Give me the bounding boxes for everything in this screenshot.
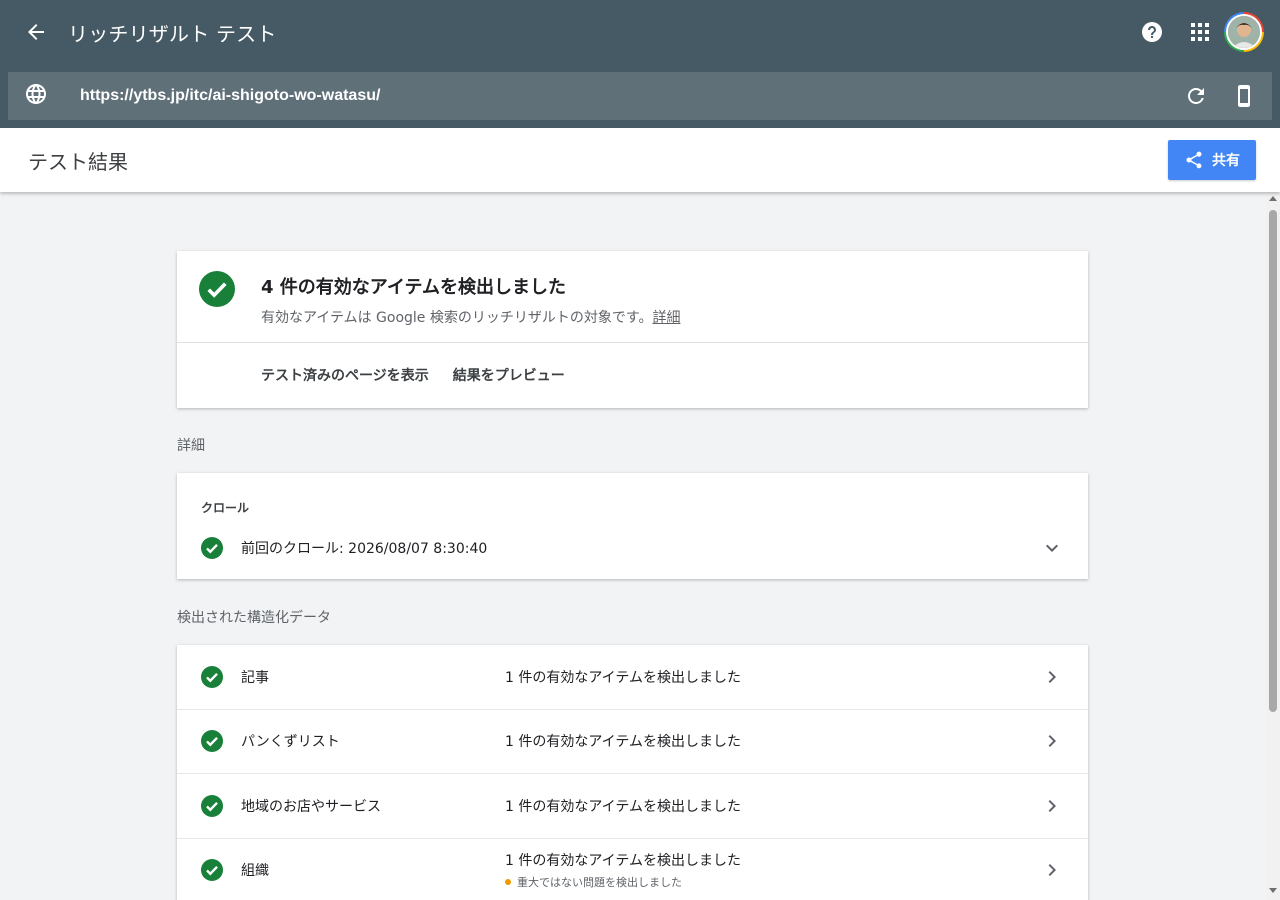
mobile-device-icon[interactable] — [1224, 76, 1264, 116]
check-circle-icon — [201, 537, 223, 559]
chevron-right-icon[interactable] — [1040, 729, 1064, 753]
url-bar: https://ytbs.jp/itc/ai-shigoto-wo-watasu… — [8, 72, 1272, 120]
details-section-label: 詳細 — [177, 438, 205, 454]
share-label: 共有 — [1212, 153, 1240, 169]
check-circle-icon — [201, 859, 223, 882]
chevron-right-icon[interactable] — [1040, 665, 1064, 689]
share-icon — [1186, 151, 1202, 169]
item-status: 1 件の有効なアイテムを検出しました — [505, 798, 741, 815]
help-icon[interactable] — [1132, 12, 1172, 52]
list-item-organization[interactable]: 組織 1 件の有効なアイテムを検出しました 重大ではない問題を検出しました — [177, 839, 1088, 900]
summary-card: 4 件の有効なアイテムを検出しました 有効なアイテムは Google 検索のリッ… — [177, 251, 1088, 408]
scroll-down-arrow-icon[interactable] — [1269, 888, 1277, 893]
apps-grid-icon[interactable] — [1180, 12, 1220, 52]
item-name: 地域のお店やサービス — [241, 798, 381, 815]
chevron-right-icon[interactable] — [1040, 858, 1064, 882]
non-critical-warning: 重大ではない問題を検出しました — [505, 874, 741, 890]
crawl-label: クロール — [201, 501, 250, 515]
app-title: リッチリザルト テスト — [68, 21, 277, 46]
structured-data-section-label: 検出された構造化データ — [177, 610, 331, 626]
list-item-article[interactable]: 記事 1 件の有効なアイテムを検出しました — [177, 645, 1088, 710]
crawl-row[interactable]: 前回のクロール: 2026/08/07 8:30:40 — [201, 536, 1064, 560]
detail-link[interactable]: 詳細 — [652, 310, 680, 326]
url-text[interactable]: https://ytbs.jp/itc/ai-shigoto-wo-watasu… — [80, 87, 380, 105]
item-name: 組織 — [241, 863, 269, 880]
share-button[interactable]: 共有 — [1168, 140, 1256, 180]
item-status: 1 件の有効なアイテムを検出しました — [505, 734, 741, 751]
check-circle-icon — [201, 730, 223, 753]
summary-subtitle: 有効なアイテムは Google 検索のリッチリザルトの対象です。詳細 — [261, 310, 681, 326]
last-crawl-text: 前回のクロール: 2026/08/07 8:30:40 — [241, 541, 488, 557]
globe-icon — [24, 82, 48, 110]
list-item-local-business[interactable]: 地域のお店やサービス 1 件の有効なアイテムを検出しました — [177, 774, 1088, 839]
results-header: テスト結果 共有 — [0, 128, 1280, 192]
refresh-icon[interactable] — [1176, 76, 1216, 116]
warning-dot-icon — [505, 879, 511, 886]
crawl-card: クロール 前回のクロール: 2026/08/07 8:30:40 — [177, 473, 1088, 579]
view-tested-page-button[interactable]: テスト済みのページを表示 — [261, 365, 429, 385]
list-item-breadcrumb[interactable]: パンくずリスト 1 件の有効なアイテムを検出しました — [177, 710, 1088, 774]
structured-data-list: 記事 1 件の有効なアイテムを検出しました パンくずリスト 1 件の有効なアイテ… — [177, 645, 1088, 900]
chevron-down-icon[interactable] — [1040, 536, 1064, 560]
scrollbar[interactable] — [1266, 192, 1280, 900]
chevron-right-icon[interactable] — [1040, 794, 1064, 818]
item-name: 記事 — [241, 669, 269, 686]
summary-title: 4 件の有効なアイテムを検出しました — [261, 277, 566, 298]
check-circle-icon — [199, 271, 235, 307]
scroll-up-arrow-icon[interactable] — [1269, 196, 1277, 201]
account-avatar[interactable] — [1224, 12, 1264, 52]
check-circle-icon — [201, 665, 223, 688]
check-circle-icon — [201, 794, 223, 817]
scroll-thumb[interactable] — [1269, 210, 1277, 712]
back-arrow-icon[interactable] — [20, 16, 52, 48]
item-status: 1 件の有効なアイテムを検出しました — [505, 669, 741, 686]
page-title: テスト結果 — [28, 149, 128, 174]
preview-results-button[interactable]: 結果をプレビュー — [453, 365, 565, 385]
item-status: 1 件の有効なアイテムを検出しました — [505, 853, 741, 870]
item-name: パンくずリスト — [241, 734, 340, 751]
